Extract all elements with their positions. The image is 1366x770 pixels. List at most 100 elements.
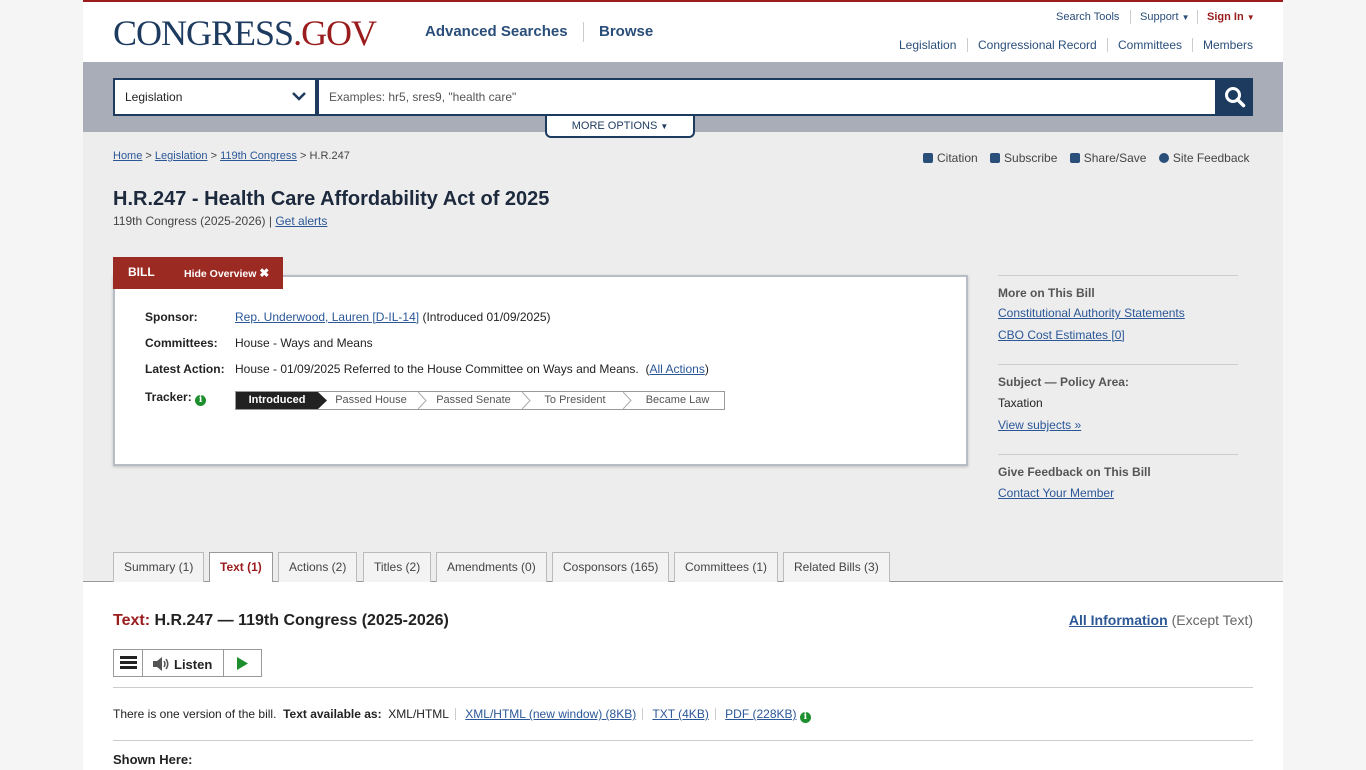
format-pdf-link[interactable]: PDF (228KB) <box>725 707 796 721</box>
caret-down-icon: ▼ <box>1246 13 1255 22</box>
view-subjects-link[interactable]: View subjects » <box>998 418 1081 432</box>
search-tools-link[interactable]: Search Tools <box>1056 11 1119 23</box>
all-actions-link[interactable]: All Actions <box>649 362 704 376</box>
page-wrapper: CONGRESS.GOV Advanced Searches Browse Se… <box>83 0 1283 770</box>
sponsor-link[interactable]: Rep. Underwood, Lauren [D-IL-14] <box>235 310 419 324</box>
more-options-label: MORE OPTIONS <box>571 120 658 132</box>
play-icon[interactable] <box>237 657 249 670</box>
subscribe-button[interactable]: Subscribe <box>990 151 1057 165</box>
breadcrumb: Home > Legislation > 119th Congress > H.… <box>113 150 350 162</box>
site-feedback-button[interactable]: Site Feedback <box>1158 151 1250 165</box>
advanced-searches-link[interactable]: Advanced Searches <box>425 23 568 40</box>
breadcrumb-separator: > <box>145 150 152 162</box>
hide-overview-label: Hide Overview <box>184 268 257 280</box>
share-button[interactable]: Share/Save <box>1069 151 1147 165</box>
constitutional-authority-link[interactable]: Constitutional Authority Statements <box>998 306 1185 320</box>
format-xml-html: XML/HTML <box>388 707 449 721</box>
divider <box>113 740 1253 741</box>
more-options-button[interactable]: MORE OPTIONS ▼ <box>545 116 695 138</box>
tab-summary[interactable]: Summary (1) <box>113 552 205 582</box>
page-title: H.R.247 - Health Care Affordability Act … <box>113 188 550 210</box>
subnav-congressional-record[interactable]: Congressional Record <box>978 38 1097 52</box>
tracker-label: Tracker: i <box>145 390 207 406</box>
all-information-link[interactable]: All Information <box>1069 612 1168 628</box>
hide-overview-button[interactable]: Hide Overview ✖ <box>184 266 269 280</box>
tab-text[interactable]: Text (1) <box>209 552 273 583</box>
info-icon[interactable]: i <box>195 395 207 406</box>
double-chevron-right-icon: » <box>1074 418 1082 432</box>
support-label: Support <box>1140 11 1179 23</box>
citation-label: Citation <box>937 151 978 165</box>
contact-member-link[interactable]: Contact Your Member <box>998 486 1114 500</box>
site-header: CONGRESS.GOV Advanced Searches Browse Se… <box>83 2 1283 62</box>
listen-label[interactable]: Listen <box>174 657 212 672</box>
latest-action-label: Latest Action: <box>145 362 225 376</box>
text-heading-prefix: Text: <box>113 612 151 629</box>
tracker-stage-passed-house: Passed House <box>335 394 407 406</box>
search-button[interactable] <box>1217 78 1253 116</box>
breadcrumb-current: H.R.247 <box>309 150 350 162</box>
bill-tracker: Introduced Passed House Passed Senate To… <box>235 391 725 410</box>
tracker-stage-passed-senate: Passed Senate <box>436 394 511 406</box>
bill-overview: Sponsor: Rep. Underwood, Lauren [D-IL-14… <box>113 275 968 466</box>
tab-amendments[interactable]: Amendments (0) <box>436 552 547 582</box>
shown-here-label: Shown Here: <box>113 752 193 767</box>
tab-actions[interactable]: Actions (2) <box>278 552 358 582</box>
sponsor-introduced: (Introduced 01/09/2025) <box>422 310 551 324</box>
policy-area-value: Taxation <box>998 396 1043 410</box>
sign-in-label: Sign In <box>1207 11 1244 23</box>
citation-button[interactable]: Citation <box>923 151 978 165</box>
subscribe-label: Subscribe <box>1004 151 1058 165</box>
tracker-label-text: Tracker: <box>145 390 192 404</box>
tab-related-bills[interactable]: Related Bills (3) <box>783 552 890 582</box>
latest-action-text: House - 01/09/2025 Referred to the House… <box>235 362 639 376</box>
tab-cosponsors[interactable]: Cosponsors (165) <box>552 552 670 582</box>
format-divider <box>642 708 644 720</box>
more-on-bill-heading: More on This Bill <box>998 286 1095 300</box>
divider <box>998 454 1238 455</box>
breadcrumb-legislation[interactable]: Legislation <box>155 150 208 162</box>
view-subjects-label: View subjects <box>998 418 1072 432</box>
tab-committees[interactable]: Committees (1) <box>674 552 779 582</box>
divider <box>113 687 1253 688</box>
subnav-committees[interactable]: Committees <box>1118 38 1182 52</box>
breadcrumb-congress[interactable]: 119th Congress <box>220 150 297 162</box>
tracker-stage-to-president: To President <box>544 394 606 406</box>
cbo-cost-estimates-link[interactable]: CBO Cost Estimates [0] <box>998 328 1125 342</box>
logo-gov: GOV <box>301 13 377 53</box>
committees-value: House - Ways and Means <box>235 336 373 350</box>
sponsor-label: Sponsor: <box>145 310 198 324</box>
browse-link[interactable]: Browse <box>599 23 653 40</box>
breadcrumb-separator: > <box>299 150 307 162</box>
tracker-stage-introduced: Introduced <box>236 392 318 409</box>
breadcrumb-separator: > <box>210 150 217 162</box>
info-icon[interactable]: i <box>799 712 811 723</box>
support-menu[interactable]: Support ▼ <box>1140 11 1190 23</box>
sign-in-menu[interactable]: Sign In ▼ <box>1207 11 1255 23</box>
util-divider <box>1130 10 1131 24</box>
congress-gov-logo[interactable]: CONGRESS.GOV <box>113 12 377 54</box>
text-versions: There is one version of the bill. Text a… <box>113 707 811 723</box>
text-heading: Text: H.R.247 — 119th Congress (2025-202… <box>113 612 449 630</box>
subnav-legislation[interactable]: Legislation <box>899 38 956 52</box>
search-input[interactable] <box>317 78 1217 116</box>
format-xml-html-new-window-link[interactable]: XML/HTML (new window) (8KB) <box>465 707 636 721</box>
search-scope-value: Legislation <box>125 90 183 104</box>
format-txt-link[interactable]: TXT (4KB) <box>652 707 708 721</box>
breadcrumb-home[interactable]: Home <box>113 150 142 162</box>
page-tools: Citation Subscribe Share/Save Site Feedb… <box>923 151 1259 165</box>
tab-titles[interactable]: Titles (2) <box>363 552 432 582</box>
search-scope-select[interactable]: Legislation <box>113 78 317 116</box>
search-band: Legislation MORE OPTIONS ▼ <box>83 62 1283 138</box>
menu-icon[interactable] <box>120 656 137 670</box>
tracker-chevron-icon <box>318 392 327 409</box>
get-alerts-link[interactable]: Get alerts <box>275 214 327 228</box>
nav-divider <box>583 22 584 42</box>
close-icon: ✖ <box>259 266 270 280</box>
divider <box>998 364 1238 365</box>
subnav-divider <box>967 38 968 52</box>
share-label: Share/Save <box>1083 151 1147 165</box>
subnav-members[interactable]: Members <box>1203 38 1253 52</box>
bill-subtitle: 119th Congress (2025-2026) | Get alerts <box>113 214 328 228</box>
logo-dot: . <box>293 13 302 53</box>
